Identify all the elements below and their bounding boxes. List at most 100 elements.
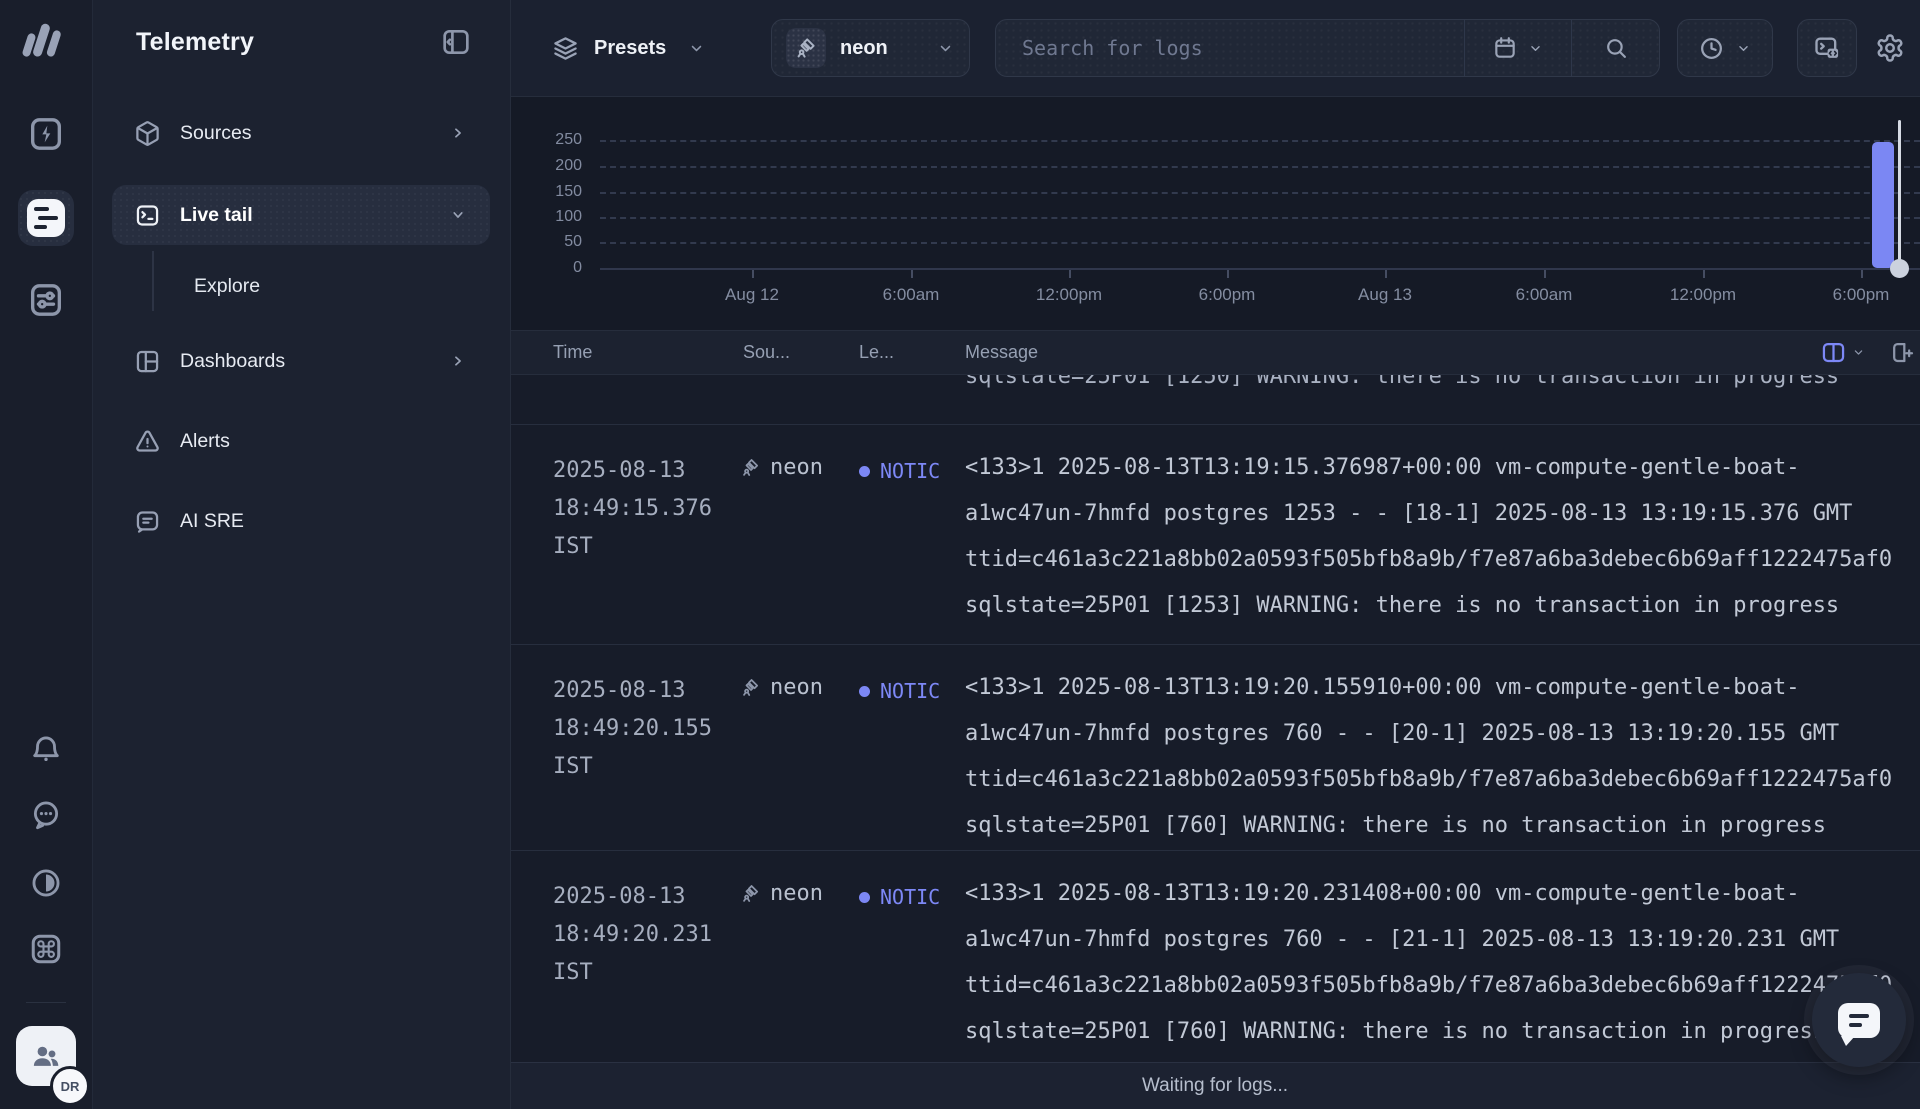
log-row[interactable]: 2025-08-13 18:49:20.231 IST neon NOTIC <… [510, 851, 1920, 1063]
search-icon [1603, 35, 1629, 61]
column-header-level: Le... [859, 342, 894, 363]
log-search-group [995, 19, 1660, 77]
rail-divider [26, 1002, 66, 1003]
terminal-code-icon [1813, 34, 1841, 62]
sidebar-nav: Sources Live tail Explore [112, 105, 490, 573]
sidebar-item-explore[interactable]: Explore [112, 259, 490, 313]
app-logo-icon[interactable] [20, 16, 68, 62]
gridline [600, 166, 1920, 168]
log-volume-chart: 250 200 150 100 50 0 Aug 12 6:00am 12:00… [510, 97, 1920, 330]
x-tick [1069, 270, 1071, 278]
clock-icon [1698, 35, 1725, 62]
column-header-source: Sou... [743, 342, 790, 363]
log-row[interactable]: 2025-08-13 18:49:20.155 IST neon NOTIC <… [510, 645, 1920, 851]
settings-gear-button[interactable] [1868, 26, 1912, 70]
gridline [600, 242, 1920, 244]
level-dot-icon [859, 466, 870, 477]
log-level: NOTIC [859, 885, 940, 909]
waiting-status-text: Waiting for logs... [1142, 1075, 1288, 1097]
column-header-message: Message [965, 342, 1038, 363]
log-volume-bar [1872, 142, 1894, 268]
sidebar-item-sources[interactable]: Sources [112, 105, 490, 161]
x-tick [1544, 270, 1546, 278]
log-time: 2025-08-13 18:49:20.231 IST [553, 878, 712, 992]
cube-icon [134, 120, 161, 147]
sidebar-item-label: Alerts [180, 430, 230, 453]
theme-contrast-button[interactable] [24, 861, 68, 905]
command-palette-button[interactable] [24, 927, 68, 971]
x-tick [752, 270, 754, 278]
log-source: neon [740, 675, 823, 700]
sidebar-item-ai-sre[interactable]: AI SRE [112, 493, 490, 549]
chevron-right-icon [448, 351, 468, 371]
x-tick-label: 6:00pm [1157, 285, 1297, 305]
sidebar-item-label: AI SRE [180, 510, 244, 533]
status-bar: Waiting for logs... [510, 1062, 1920, 1109]
y-tick-label: 250 [510, 131, 582, 149]
toolbar: Presets neon [510, 0, 1920, 97]
sidebar-collapse-button[interactable] [440, 26, 472, 58]
column-layout-button[interactable] [1820, 339, 1866, 366]
y-tick-label: 0 [510, 259, 582, 277]
feedback-chat-button[interactable] [24, 793, 68, 837]
chat-bubble-icon [1838, 1003, 1880, 1038]
telescope-icon [740, 883, 761, 904]
chevron-down-icon [1735, 40, 1752, 57]
x-tick [911, 270, 913, 278]
x-tick [1227, 270, 1229, 278]
source-filter-select[interactable]: neon [771, 19, 970, 77]
log-source: neon [740, 455, 823, 480]
search-submit-button[interactable] [1572, 20, 1659, 76]
y-tick-label: 50 [510, 233, 582, 251]
sidebar-item-label: Dashboards [180, 350, 285, 373]
sidebar: Telemetry Sources [92, 0, 511, 1109]
icon-rail: DR [0, 0, 93, 1109]
log-time: 2025-08-13 18:49:15.376 IST [553, 452, 712, 566]
sidebar-item-alerts[interactable]: Alerts [112, 413, 490, 469]
chevron-down-icon [1851, 345, 1866, 360]
x-tick-label: Aug 13 [1315, 285, 1455, 305]
sidebar-subitem-label: Explore [194, 275, 260, 298]
support-chat-fab[interactable] [1812, 973, 1906, 1067]
log-row[interactable]: 2025-08-13 18:49:15.376 IST neon NOTIC <… [510, 425, 1920, 645]
level-dot-icon [859, 892, 870, 903]
y-tick-label: 150 [510, 183, 582, 201]
y-tick-label: 100 [510, 208, 582, 226]
sidebar-item-live-tail[interactable]: Live tail [112, 185, 490, 245]
live-tail-scrubber-handle[interactable] [1890, 259, 1909, 278]
rail-logs-button[interactable] [18, 190, 74, 246]
x-tick [1703, 270, 1705, 278]
logs-icon [27, 199, 65, 237]
chevron-down-icon [936, 39, 955, 58]
main-panel: Presets neon [510, 0, 1920, 1109]
alert-triangle-icon [134, 428, 161, 455]
sidebar-item-dashboards[interactable]: Dashboards [112, 333, 490, 389]
telescope-icon [740, 677, 761, 698]
source-filter-value: neon [840, 37, 888, 60]
log-level: NOTIC [859, 679, 940, 703]
log-row-clipped[interactable]: sqlstate=25P01 [1250] WARNING: there is … [510, 375, 1920, 425]
x-tick-label: 6:00am [1474, 285, 1614, 305]
chevron-down-icon [1527, 40, 1544, 57]
column-header-time: Time [553, 342, 592, 363]
x-tick-label: Aug 12 [682, 285, 822, 305]
layers-icon [552, 35, 579, 62]
telescope-icon [786, 28, 826, 68]
query-console-button[interactable] [1797, 19, 1857, 77]
page-title: Telemetry [136, 28, 254, 57]
x-tick [1861, 270, 1863, 278]
rail-quickstart-button[interactable] [24, 112, 68, 156]
log-time: 2025-08-13 18:49:20.155 IST [553, 672, 712, 786]
search-input[interactable] [996, 20, 1464, 76]
level-dot-icon [859, 686, 870, 697]
add-column-button[interactable] [1888, 339, 1915, 366]
date-range-button[interactable] [1465, 20, 1571, 76]
message-square-icon [134, 508, 161, 535]
notifications-bell-button[interactable] [24, 728, 68, 772]
time-range-button[interactable] [1677, 19, 1773, 77]
user-initials-badge: DR [50, 1066, 90, 1106]
x-axis-line [600, 268, 1920, 270]
rail-settings-sliders-button[interactable] [24, 278, 68, 322]
gridline [600, 217, 1920, 219]
presets-dropdown[interactable]: Presets [552, 19, 706, 77]
